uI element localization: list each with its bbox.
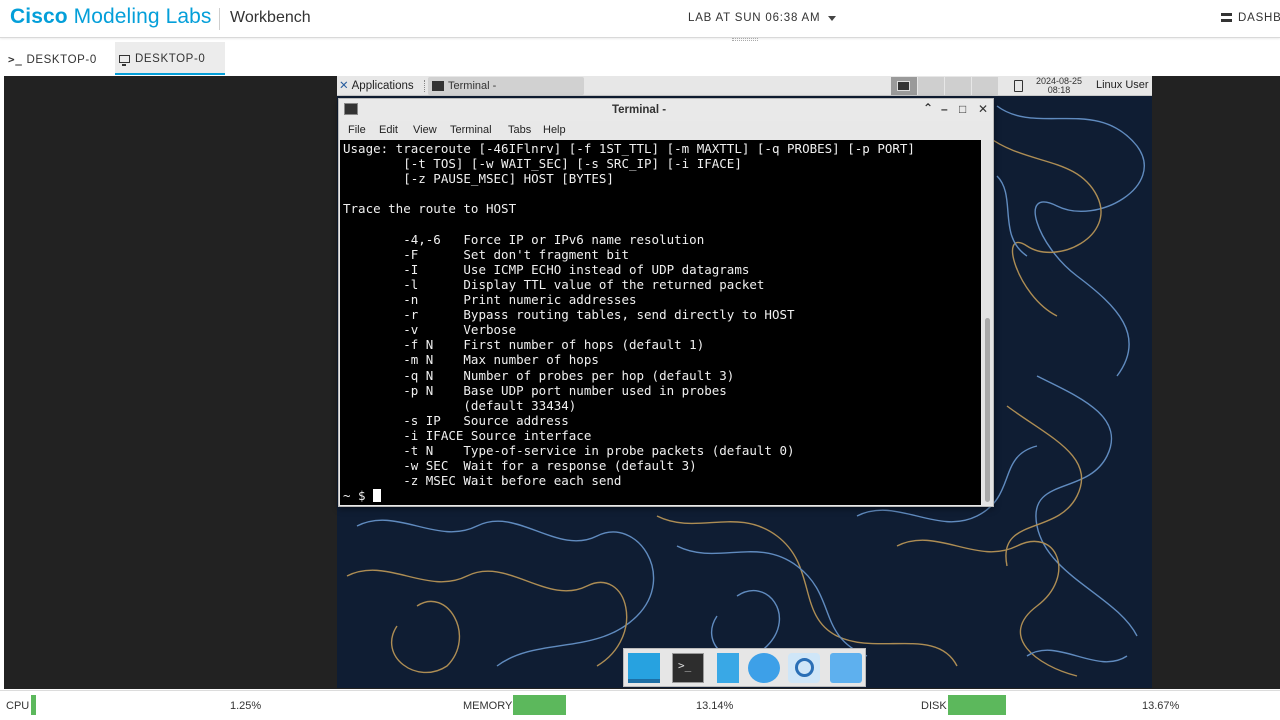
menu-tabs[interactable]: Tabs (508, 124, 531, 136)
scrollbar-thumb[interactable] (985, 318, 990, 502)
terminal-menubar: File Edit View Terminal Tabs Help (339, 121, 993, 140)
app-root: Cisco Modeling Labs Workbench LAB AT SUN… (0, 0, 1280, 720)
terminal-line: -r Bypass routing tables, send directly … (343, 307, 795, 323)
close-icon[interactable]: ✕ (978, 102, 988, 116)
monitor-icon (119, 55, 130, 66)
taskbar-item-terminal[interactable]: Terminal - (428, 77, 584, 95)
clock-time: 08:18 (1047, 85, 1071, 95)
resource-status-bar: CPU 1.25% MEMORY 13.14% DISK 13.67% (0, 690, 1280, 720)
console-tabs: >_ DESKTOP-0 DESKTOP-0 (0, 42, 1280, 76)
workspace-2[interactable] (918, 77, 944, 95)
folder-icon[interactable] (830, 653, 862, 683)
terminal-line: [-z PAUSE_MSEC] HOST [BYTES] (343, 171, 614, 187)
terminal-scrollbar[interactable] (982, 140, 993, 505)
terminal-output[interactable]: Usage: traceroute [-46IFlnrv] [-f 1ST_TT… (340, 140, 981, 505)
header-divider (219, 8, 220, 30)
applications-menu[interactable]: ✕ Applications (339, 78, 414, 92)
prompt-text: ~ $ (343, 488, 374, 504)
cpu-meter (31, 695, 36, 715)
brand-bold: Cisco (10, 5, 68, 28)
dashboard-button[interactable]: DASHB (1221, 12, 1280, 24)
maximize-icon[interactable]: □ (959, 102, 966, 116)
xfce-top-panel: ✕ Applications Terminal - 2024-08-25 08:18… (337, 76, 1152, 96)
terminal-line: -s IP Source address (343, 412, 569, 428)
terminal-icon (432, 81, 444, 91)
brand-rest: Modeling Labs (73, 5, 212, 28)
terminal-line: -v Verbose (343, 322, 517, 338)
workspace-3[interactable] (945, 77, 971, 95)
user-menu[interactable]: Linux User (1096, 79, 1149, 91)
chevron-up-icon[interactable]: ⌃ (923, 101, 933, 115)
menu-file[interactable]: File (348, 124, 366, 136)
disk-label: DISK (921, 700, 947, 712)
terminal-line: -I Use ICMP ECHO instead of UDP datagram… (343, 261, 750, 277)
terminal-line: -i IFACE Source interface (343, 427, 592, 443)
menu-terminal[interactable]: Terminal (450, 124, 492, 136)
xfce-dock (623, 648, 866, 687)
caret-down-icon[interactable] (828, 16, 836, 21)
terminal-icon[interactable] (672, 653, 704, 683)
terminal-titlebar[interactable]: Terminal - ⌃ – □ ✕ (339, 99, 993, 121)
show-desktop-icon[interactable] (628, 653, 660, 683)
app-finder-icon[interactable] (788, 653, 820, 683)
terminal-line: -f N First number of hops (default 1) (343, 337, 705, 353)
dashboard-label: DASHB (1238, 12, 1280, 24)
minimize-icon[interactable]: – (941, 102, 948, 116)
terminal-line: -n Print numeric addresses (343, 292, 637, 307)
tab-desktop-console[interactable]: >_ DESKTOP-0 (4, 42, 110, 75)
disk-value: 13.67% (1142, 700, 1180, 712)
terminal-prompt-icon: >_ (8, 53, 23, 66)
web-browser-icon[interactable] (748, 653, 780, 683)
file-manager-icon[interactable] (717, 653, 739, 683)
terminal-line: [-t TOS] [-w WAIT_SEC] [-s SRC_IP] [-i I… (343, 156, 742, 172)
tab-label: DESKTOP-0 (135, 53, 206, 65)
terminal-line: -q N Number of probes per hop (default 3… (343, 367, 735, 383)
terminal-line: Usage: traceroute [-46IFlnrv] [-f 1ST_TT… (343, 141, 915, 156)
section-title: Workbench (230, 9, 311, 26)
disk-meter (948, 695, 1007, 715)
brand-logo[interactable]: Cisco Modeling Labs (10, 5, 212, 29)
xfce-logo-icon: ✕ (339, 80, 349, 92)
terminal-line: -t N Type-of-service in probe packets (d… (343, 443, 795, 458)
dashboard-icon (1221, 13, 1232, 22)
applications-label: Applications (351, 80, 414, 92)
menu-help[interactable]: Help (543, 124, 566, 136)
resize-grip-icon[interactable] (732, 38, 758, 41)
tab-desktop-vnc[interactable]: DESKTOP-0 (115, 42, 225, 75)
terminal-line: -F Set don't fragment bit (343, 246, 629, 262)
terminal-line: -m N Max number of hops (343, 352, 599, 368)
terminal-line: -w SEC Wait for a response (default 3) (343, 458, 697, 474)
terminal-line: -4,-6 Force IP or IPv6 name resolution (343, 231, 705, 247)
tab-label: DESKTOP-0 (26, 54, 97, 66)
text-cursor (373, 489, 382, 503)
terminal-title: Terminal - (611, 104, 667, 116)
panel-clock[interactable]: 2024-08-25 08:18 (1034, 77, 1084, 95)
terminal-line: -z MSEC Wait before each send (343, 473, 622, 489)
cpu-label: CPU (6, 700, 30, 712)
memory-value: 13.14% (696, 700, 734, 712)
terminal-prompt[interactable]: ~ $ (343, 488, 382, 504)
terminal-line: -l Display TTL value of the returned pac… (343, 276, 765, 292)
terminal-line: Trace the route to HOST (343, 201, 517, 217)
memory-meter (513, 695, 566, 715)
panel-separator (424, 80, 426, 92)
workspace-1[interactable] (891, 77, 917, 95)
menu-edit[interactable]: Edit (379, 124, 398, 136)
taskbar-item-label: Terminal - (448, 80, 497, 92)
top-header: Cisco Modeling Labs Workbench LAB AT SUN… (0, 0, 1280, 38)
cpu-value: 1.25% (230, 700, 262, 712)
memory-label: MEMORY (463, 700, 513, 712)
lab-name-dropdown[interactable]: LAB AT SUN 06:38 AM (688, 12, 820, 24)
terminal-icon (897, 81, 910, 91)
battery-icon[interactable] (1014, 80, 1023, 92)
terminal-line: -p N Base UDP port number used in probes (343, 382, 727, 398)
terminal-window[interactable]: Terminal - ⌃ – □ ✕ File Edit View Termin… (338, 98, 994, 507)
workspace-4[interactable] (972, 77, 998, 95)
menu-view[interactable]: View (413, 124, 437, 136)
terminal-line: (default 33434) (343, 397, 577, 413)
